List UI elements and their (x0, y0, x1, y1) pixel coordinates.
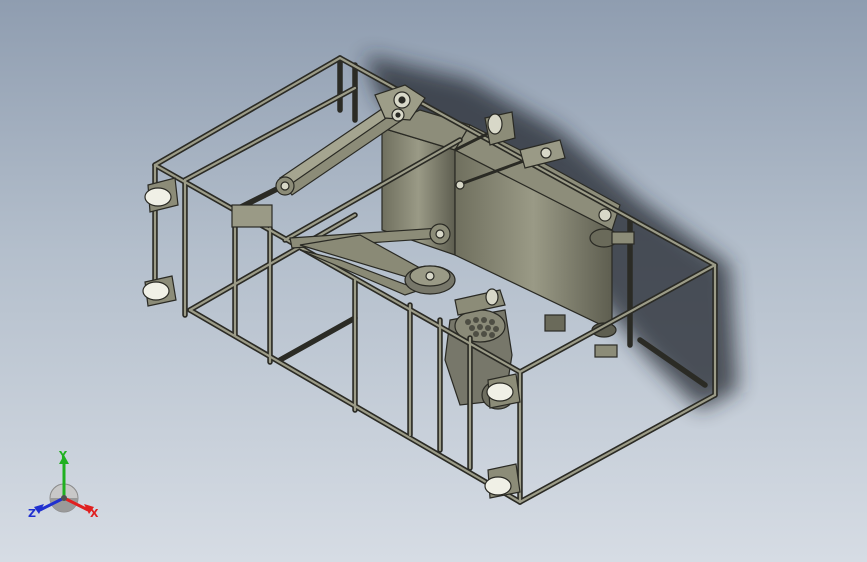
orientation-triad[interactable]: Y X Z (22, 446, 106, 526)
z-axis-label: Z (28, 507, 36, 520)
x-axis-label: X (90, 507, 99, 520)
cad-viewport[interactable]: Y X Z (0, 0, 867, 562)
y-axis-label: Y (59, 449, 67, 462)
frame-assembly-model[interactable] (0, 0, 867, 562)
